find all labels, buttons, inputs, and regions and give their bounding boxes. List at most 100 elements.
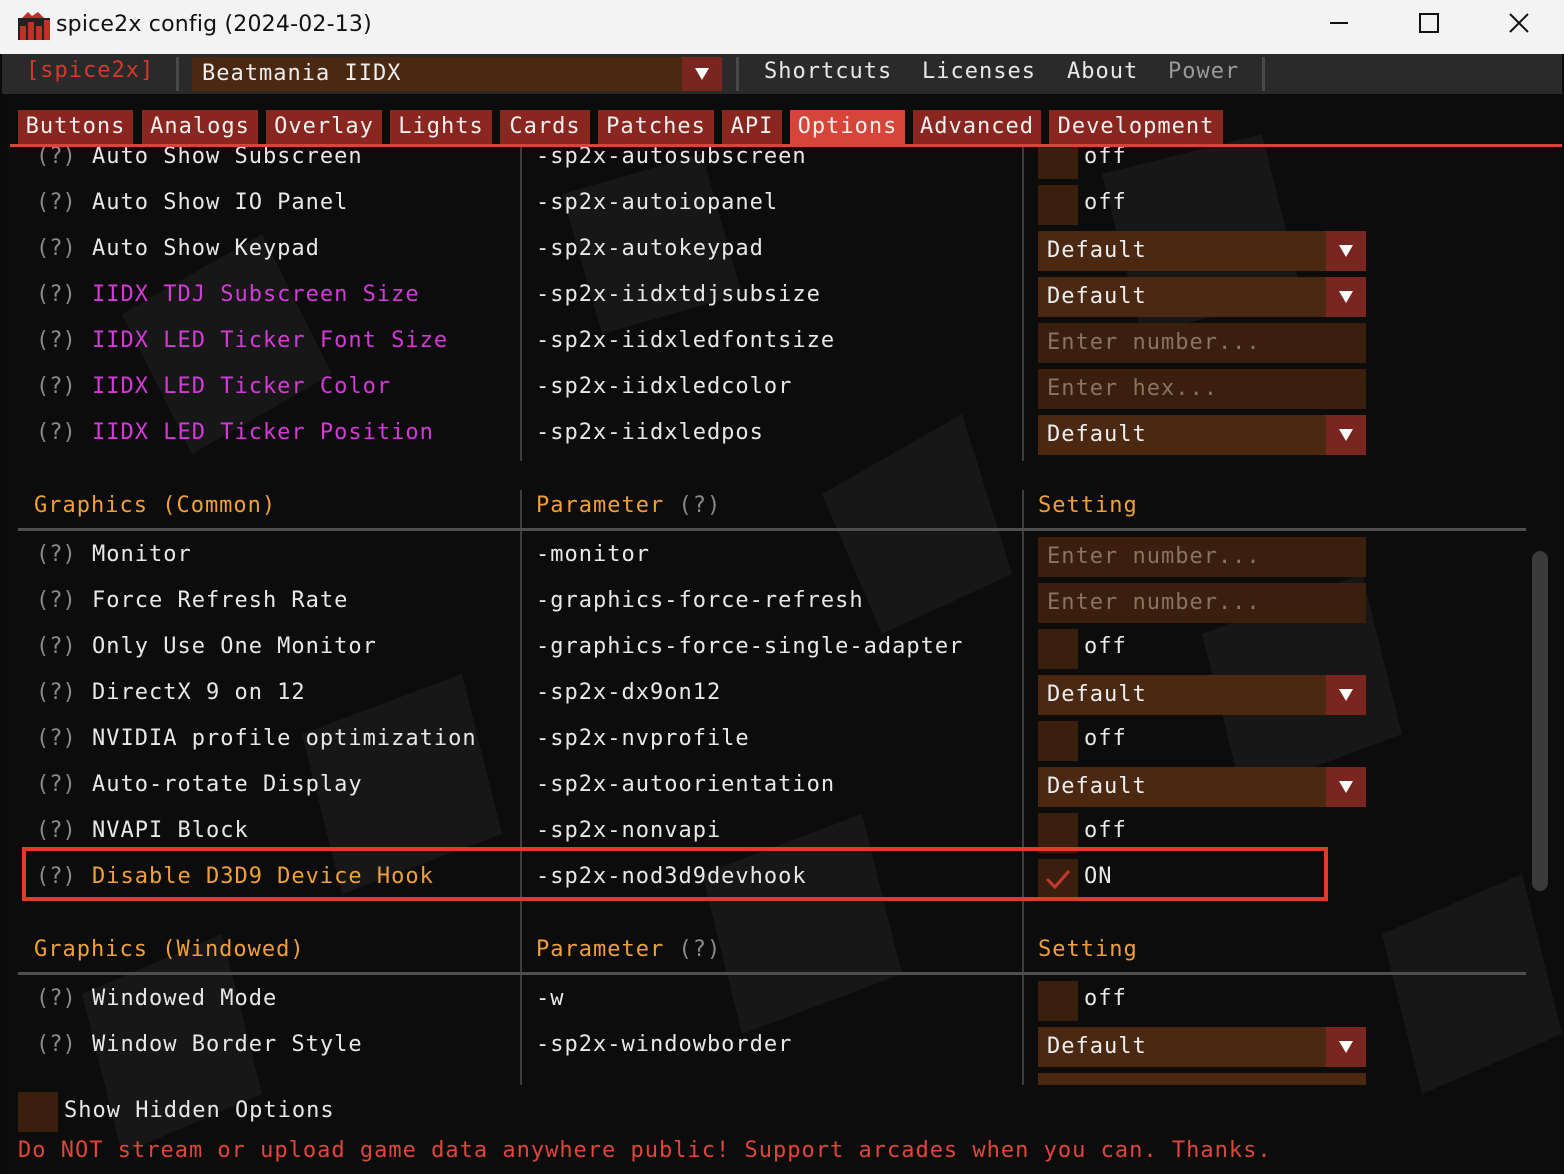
section-title: Graphics (Common) [34,493,277,518]
option-param: -graphics-force-single-adapter [536,634,964,659]
tab-options[interactable]: Options [790,110,905,144]
game-select[interactable]: Beatmania IIDX [192,57,722,91]
option-row: (?) Auto Show IO Panel -sp2x-autoiopanel… [2,182,1532,228]
option-checkbox[interactable] [1038,185,1078,225]
help-marker[interactable]: (?) [36,1032,76,1057]
option-label: IIDX LED Ticker Position [92,420,434,445]
tab-development[interactable]: Development [1049,110,1223,144]
tab-api[interactable]: API [722,110,782,144]
option-number-input[interactable]: Enter number... [1038,537,1366,577]
help-marker[interactable]: (?) [36,986,76,1011]
chevron-down-icon[interactable] [1326,415,1366,455]
section-divider [18,972,1526,975]
option-checkbox[interactable] [1038,629,1078,669]
help-marker[interactable]: (?) [36,588,76,613]
option-param: -sp2x-iidxledcolor [536,374,793,399]
help-marker[interactable]: (?) [36,282,76,307]
option-label: Auto-rotate Display [92,772,363,797]
tab-analogs[interactable]: Analogs [142,110,258,144]
show-hidden-options-checkbox[interactable] [18,1092,58,1132]
tab-patches[interactable]: Patches [598,110,714,144]
menu-power[interactable]: Power [1168,59,1239,84]
option-select[interactable]: Default [1038,675,1366,715]
option-label: IIDX TDJ Subscreen Size [92,282,420,307]
help-marker[interactable]: (?) [36,726,76,751]
menu-about[interactable]: About [1067,59,1138,84]
option-hex-input[interactable]: Enter hex... [1038,369,1366,409]
help-marker[interactable]: (?) [36,236,76,261]
option-param: -sp2x-autoorientation [536,772,836,797]
chevron-down-icon[interactable] [1326,231,1366,271]
option-param: -sp2x-iidxledpos [536,420,764,445]
option-checkbox[interactable] [1038,721,1078,761]
chevron-down-icon[interactable] [1326,675,1366,715]
minimize-button[interactable] [1294,0,1384,46]
option-param: -sp2x-iidxledfontsize [536,328,836,353]
section-title: Graphics (Windowed) [34,937,305,962]
menu-separator [736,57,739,91]
tab-advanced[interactable]: Advanced [913,110,1041,144]
chevron-down-icon[interactable] [1326,767,1366,807]
tab-lights[interactable]: Lights [390,110,492,144]
option-row: (?) NVIDIA profile optimization -sp2x-nv… [2,718,1532,764]
option-label: DirectX 9 on 12 [92,680,306,705]
tab-cards[interactable]: Cards [500,110,590,144]
option-checkbox[interactable] [1038,147,1078,179]
option-select[interactable]: Default [1038,1027,1366,1067]
option-label: Auto Show IO Panel [92,190,349,215]
option-value: off [1084,190,1127,215]
close-button[interactable] [1474,0,1564,46]
help-marker[interactable]: (?) [36,772,76,797]
menu-licenses[interactable]: Licenses [922,59,1036,84]
options-content: (?) Auto Show Subscreen -sp2x-autosubscr… [2,147,1562,1085]
option-checkbox[interactable] [1038,981,1078,1021]
option-select-value: Default [1047,284,1147,309]
scrollbar-thumb[interactable] [1532,551,1548,891]
option-select-value: Default [1047,422,1147,447]
option-select-value: Default [1047,682,1147,707]
help-marker[interactable]: (?) [36,818,76,843]
option-number-input[interactable]: Enter number... [1038,583,1366,623]
help-marker[interactable]: (?) [36,147,76,169]
tab-buttons[interactable]: Buttons [18,110,133,144]
option-label: NVAPI Block [92,818,249,843]
option-select[interactable]: Default [1038,277,1366,317]
option-param: -monitor [536,542,650,567]
option-param: -sp2x-nvprofile [536,726,750,751]
option-number-input[interactable]: Enter number... [1038,323,1366,363]
help-marker[interactable]: (?) [36,542,76,567]
option-row: (?) IIDX LED Ticker Position -sp2x-iidxl… [2,412,1532,458]
chevron-down-icon[interactable] [1326,1027,1366,1067]
show-hidden-options-label: Show Hidden Options [64,1098,335,1123]
chevron-down-icon[interactable] [1326,277,1366,317]
option-param: -sp2x-iidxtdjsubsize [536,282,821,307]
option-select-clipped[interactable] [1038,1073,1366,1085]
param-help-marker[interactable]: (?) [678,937,721,962]
input-placeholder: Enter number... [1047,330,1261,355]
tab-overlay[interactable]: Overlay [266,110,382,144]
option-select[interactable]: Default [1038,767,1366,807]
help-marker[interactable]: (?) [36,680,76,705]
param-header-label: Parameter [536,493,665,518]
option-label: IIDX LED Ticker Font Size [92,328,449,353]
option-row: (?) Monitor -monitor Enter number... [2,534,1532,580]
option-select[interactable]: Default [1038,415,1366,455]
option-value: off [1084,634,1127,659]
option-param: -sp2x-autosubscreen [536,147,807,169]
help-marker[interactable]: (?) [36,634,76,659]
help-marker[interactable]: (?) [36,190,76,215]
spice-app-icon [18,12,50,40]
section-param-header: Parameter (?) [536,937,721,962]
param-help-marker[interactable]: (?) [678,493,721,518]
option-select[interactable]: Default [1038,231,1366,271]
help-marker[interactable]: (?) [36,328,76,353]
menu-separator [1262,57,1265,91]
menu-shortcuts[interactable]: Shortcuts [764,59,892,84]
help-marker[interactable]: (?) [36,374,76,399]
option-label: Windowed Mode [92,986,278,1011]
option-param: -w [536,986,565,1011]
maximize-button[interactable] [1384,0,1474,46]
section-setting-header: Setting [1038,937,1138,962]
help-marker[interactable]: (?) [36,420,76,445]
chevron-down-icon[interactable] [682,57,722,91]
